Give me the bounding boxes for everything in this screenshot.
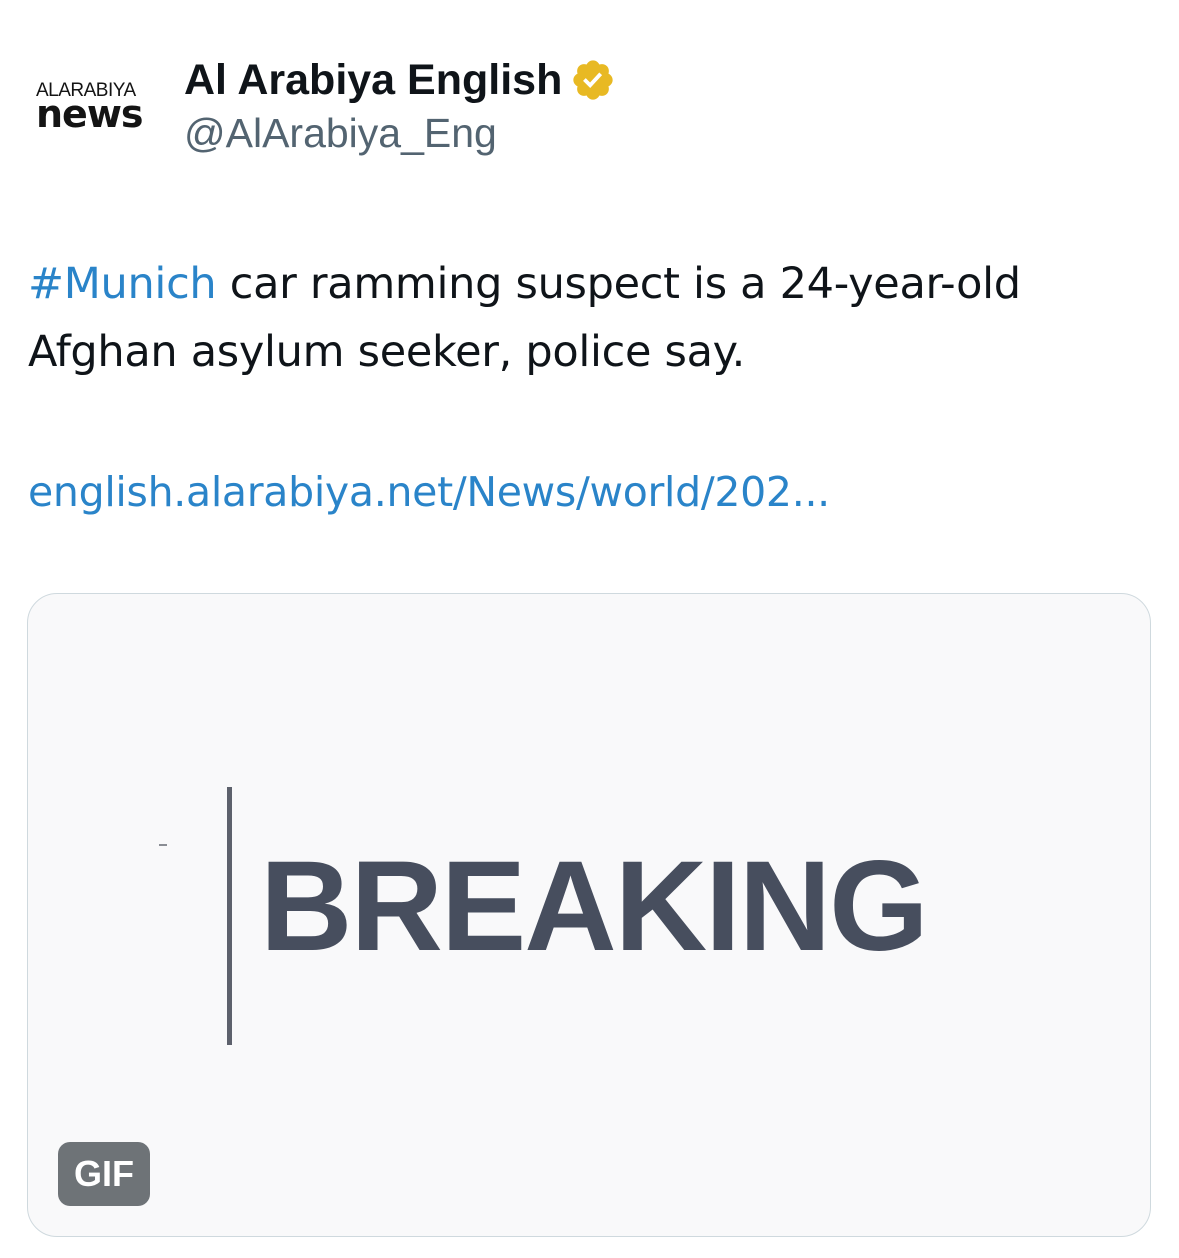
breaking-headline: BREAKING — [260, 835, 929, 978]
gif-badge: GIF — [58, 1142, 150, 1206]
tweet-text: #Munich car ramming suspect is a 24-year… — [28, 250, 1148, 386]
hashtag-link[interactable]: #Munich — [28, 259, 217, 309]
avatar[interactable]: ALARABIYA news — [30, 72, 158, 142]
author-handle[interactable]: @AlArabiya_Eng — [184, 110, 497, 157]
article-link[interactable]: english.alarabiya.net/News/world/202... — [28, 458, 830, 526]
author-display-name[interactable]: Al Arabiya English — [184, 56, 562, 105]
breaking-dash-mark — [159, 844, 167, 846]
verified-badge-icon[interactable] — [570, 57, 616, 103]
breaking-vertical-bar — [227, 787, 232, 1045]
author-name-row: Al Arabiya English — [184, 54, 616, 106]
avatar-brand-bottom: news — [36, 92, 144, 136]
gif-media-card[interactable]: BREAKING GIF — [27, 593, 1151, 1237]
